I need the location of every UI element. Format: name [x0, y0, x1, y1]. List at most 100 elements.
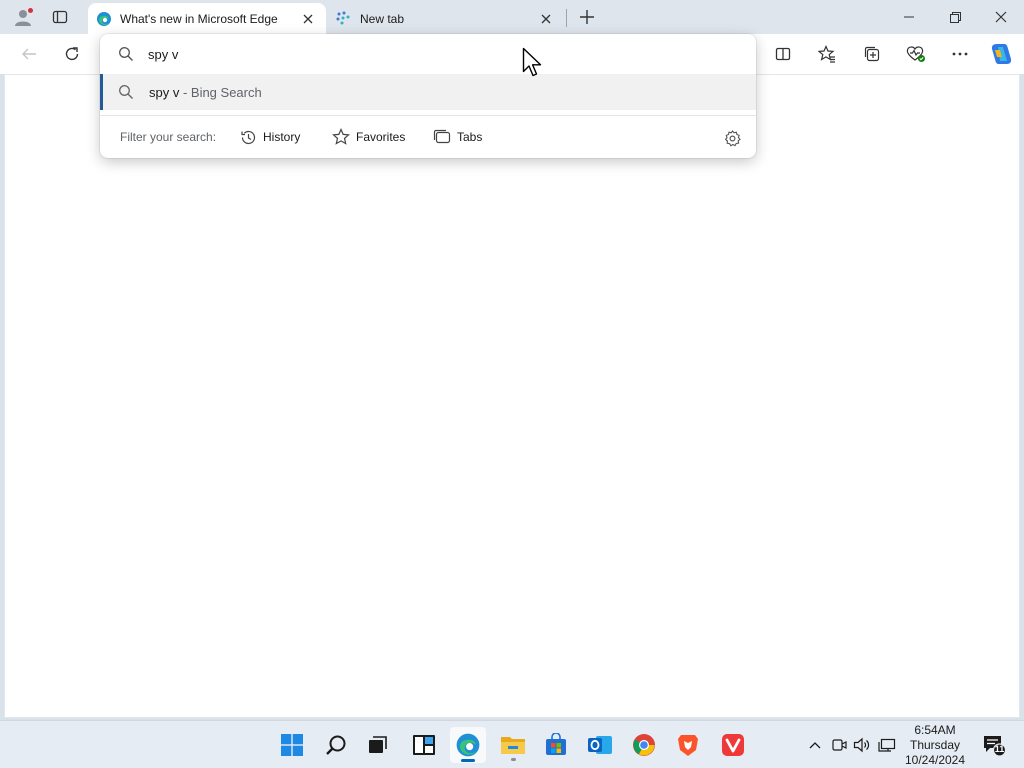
widgets-icon	[413, 735, 435, 755]
tab-strip: What's new in Microsoft Edge New tab	[0, 0, 1024, 34]
file-explorer-icon	[501, 737, 525, 754]
start-icon	[281, 734, 303, 756]
tab-title: New tab	[360, 11, 405, 26]
taskbar-edge-button[interactable]	[450, 727, 486, 763]
taskbar-outlook-button[interactable]	[582, 727, 618, 763]
restore-button[interactable]	[940, 4, 970, 30]
address-bar-dropdown: spy v - Bing Search Filter your search: …	[100, 34, 756, 158]
suggestion-text: spy v - Bing Search	[149, 85, 262, 100]
search-icon	[326, 735, 346, 755]
network-button[interactable]	[877, 735, 897, 755]
copilot-button[interactable]	[986, 40, 1016, 68]
minimize-button[interactable]	[894, 4, 924, 30]
newtab-icon	[336, 11, 352, 27]
taskbar-store-button[interactable]	[538, 727, 574, 763]
close-icon	[995, 11, 1007, 23]
close-icon	[303, 14, 313, 23]
taskbar-brave-button[interactable]	[670, 727, 706, 763]
address-bar[interactable]	[100, 34, 756, 74]
suggestion-provider: - Bing Search	[179, 85, 262, 100]
filter-history-label: History	[263, 130, 301, 144]
vivaldi-icon	[722, 734, 744, 756]
favorites-icon	[818, 45, 835, 63]
address-input[interactable]	[148, 44, 708, 64]
page-viewport[interactable]	[4, 74, 1020, 718]
more-button[interactable]	[945, 40, 975, 68]
filter-history-button[interactable]: History	[236, 124, 304, 150]
chrome-icon	[633, 734, 655, 756]
collections-button[interactable]	[857, 40, 887, 68]
taskbar-vivaldi-button[interactable]	[715, 727, 751, 763]
taskbar-search-button[interactable]	[318, 727, 354, 763]
meet-now-icon	[832, 739, 847, 751]
edge-icon	[456, 733, 480, 757]
taskbar-clock[interactable]: 6:54AM Thursday 10/24/2024	[900, 723, 970, 768]
copilot-icon	[991, 44, 1012, 64]
task-view-icon	[369, 736, 387, 753]
split-screen-button[interactable]	[768, 40, 798, 68]
clock-time: 6:54AM	[914, 723, 956, 737]
tab-actions-button[interactable]	[45, 4, 75, 30]
running-indicator	[511, 758, 516, 761]
notification-count: 11	[994, 744, 1005, 754]
restore-icon	[949, 11, 961, 23]
filter-label: Filter your search:	[120, 130, 217, 144]
meet-now-button[interactable]	[829, 735, 849, 755]
taskbar-start-button[interactable]	[274, 727, 310, 763]
profile-notification-dot	[27, 7, 34, 14]
chevron-up-icon	[809, 742, 821, 749]
volume-icon	[853, 737, 870, 753]
tabs-icon	[433, 129, 451, 144]
filter-favorites-button[interactable]: Favorites	[328, 124, 409, 150]
filter-bar: Filter your search: History Favorites Ta…	[100, 116, 756, 158]
clock-date: 10/24/2024	[904, 753, 966, 767]
tab-actions-icon	[52, 10, 68, 24]
notification-center-button[interactable]: 11	[982, 733, 1007, 757]
taskbar-widgets-button[interactable]	[406, 727, 442, 763]
search-icon	[119, 85, 133, 99]
tab-close-button[interactable]	[536, 9, 556, 29]
favorites-button[interactable]	[812, 40, 842, 68]
back-button[interactable]	[14, 40, 44, 68]
collections-icon	[864, 46, 880, 62]
outlook-icon	[588, 736, 612, 754]
taskbar: 6:54AM Thursday 10/24/2024 11	[0, 720, 1024, 768]
split-screen-icon	[775, 47, 791, 61]
new-tab-button[interactable]	[572, 4, 602, 30]
back-icon	[22, 48, 36, 60]
store-icon	[546, 733, 566, 755]
tab-whats-new[interactable]: What's new in Microsoft Edge	[88, 3, 326, 34]
edge-icon	[96, 11, 112, 27]
filter-favorites-label: Favorites	[356, 130, 406, 144]
tab-new-tab[interactable]: New tab	[328, 3, 564, 34]
suggestion-query: spy v	[149, 85, 180, 100]
taskbar-file-explorer-button[interactable]	[495, 727, 531, 763]
taskbar-chrome-button[interactable]	[626, 727, 662, 763]
filter-tabs-label: Tabs	[457, 130, 483, 144]
history-icon	[241, 130, 256, 144]
refresh-icon	[65, 47, 79, 61]
plus-icon	[580, 10, 594, 24]
clock-day: Thursday	[909, 738, 961, 752]
search-settings-button[interactable]	[721, 127, 743, 149]
network-icon	[878, 738, 896, 752]
more-icon	[952, 52, 968, 56]
gear-icon	[724, 129, 741, 146]
minimize-icon	[904, 16, 914, 18]
show-hidden-icons-button[interactable]	[805, 735, 825, 755]
browser-essentials-icon	[906, 46, 925, 62]
volume-button[interactable]	[852, 735, 872, 755]
close-icon	[541, 14, 551, 23]
refresh-button[interactable]	[57, 40, 87, 68]
close-window-button[interactable]	[986, 4, 1016, 30]
mouse-cursor-icon	[522, 47, 542, 77]
active-indicator	[461, 759, 475, 762]
browser-essentials-button[interactable]	[901, 40, 931, 68]
star-icon	[332, 128, 350, 145]
tab-separator	[566, 9, 567, 27]
filter-tabs-button[interactable]: Tabs	[429, 124, 486, 150]
profile-button[interactable]	[8, 4, 38, 30]
taskbar-task-view-button[interactable]	[360, 727, 396, 763]
search-suggestion[interactable]: spy v - Bing Search	[100, 74, 756, 110]
tab-close-button[interactable]	[298, 9, 318, 29]
